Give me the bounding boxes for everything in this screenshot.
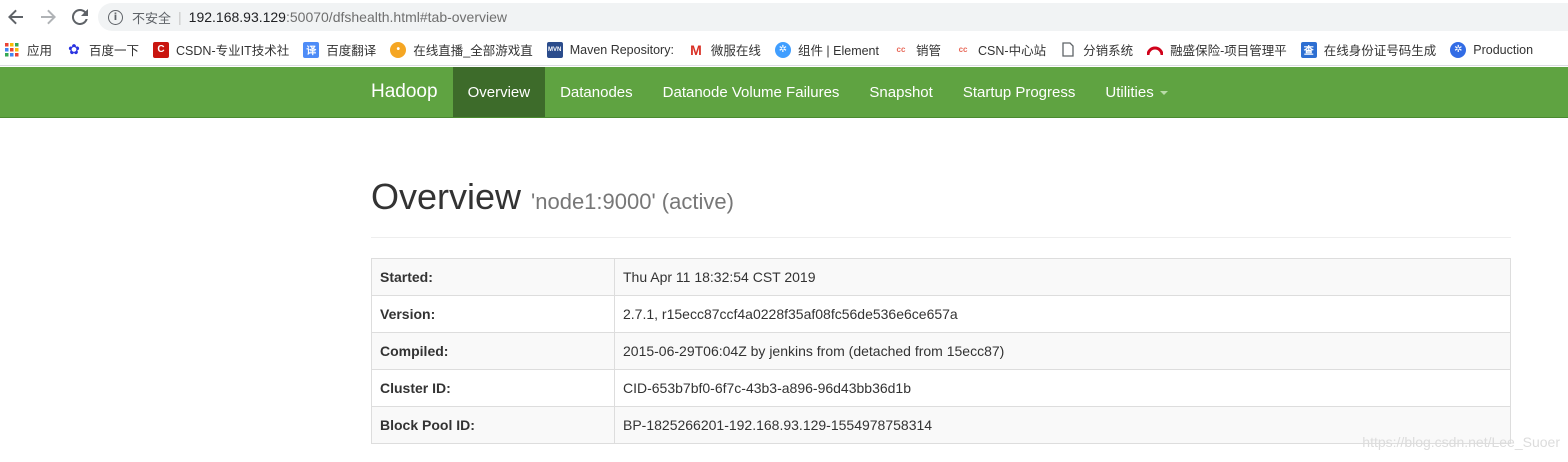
forward-arrow-icon: [41, 9, 56, 25]
bookmark-label: 在线身份证号码生成: [1323, 44, 1437, 58]
back-arrow-icon: [8, 9, 23, 25]
nav-tab-overview[interactable]: Overview: [452, 67, 546, 117]
maven-icon: MVN: [546, 41, 563, 58]
row-value: 2.7.1, r15ecc87ccf4a0228f35af08fc56de536…: [614, 295, 1511, 333]
kubernetes-icon: ✲: [1450, 41, 1467, 58]
row-key: Block Pool ID:: [371, 406, 615, 444]
row-value: CID-653b7bf0-6f7c-43b3-a896-96d43bb36d1b: [614, 369, 1511, 407]
nav-tab-label: Overview: [467, 83, 531, 101]
search-cha-icon: 查: [1300, 41, 1317, 58]
nav-tab-snapshot[interactable]: Snapshot: [854, 67, 947, 117]
baidu-translate-icon: 译: [303, 41, 320, 58]
bookmark-item[interactable]: ✿ 百度一下: [66, 34, 140, 65]
reload-button[interactable]: [64, 0, 96, 34]
back-button[interactable]: [0, 0, 32, 34]
bookmark-item[interactable]: ✲ 组件 | Element: [774, 34, 879, 65]
overview-table: Started: Thu Apr 11 18:32:54 CST 2019 Vers…: [371, 258, 1511, 444]
baidu-paw-icon: ✿: [68, 41, 80, 57]
hadoop-navbar: Hadoop Overview Datanodes Datanode Volume …: [0, 67, 1568, 118]
bookmark-label: 微服在线: [710, 44, 761, 58]
bookmark-label: Maven Repository:: [569, 42, 674, 57]
row-key: Cluster ID:: [371, 369, 615, 407]
bookmark-label: 组件 | Element: [797, 44, 879, 58]
bookmark-item[interactable]: C CSDN-专业IT技术社: [153, 34, 290, 65]
live-stream-icon: •: [390, 41, 407, 58]
browser-toolbar: i 不安全 | 192.168.93.129:50070/dfshealth.h…: [0, 0, 1568, 34]
nav-tab-label: Snapshot: [869, 83, 933, 101]
row-key: Version:: [371, 295, 615, 333]
doc-red-icon: cc: [958, 45, 968, 54]
row-key: Compiled:: [371, 332, 615, 370]
url-separator: |: [178, 9, 182, 25]
bookmark-item[interactable]: • 在线直播_全部游戏直: [390, 34, 533, 65]
bookmark-item[interactable]: 查在线身份证号码生成: [1300, 34, 1437, 65]
bookmark-item[interactable]: 应用: [4, 34, 53, 65]
table-row: Version: 2.7.1, r15ecc87ccf4a0228f35af08f…: [371, 295, 1511, 333]
nav-tab-label: Datanode Volume Failures: [662, 83, 840, 101]
bookmark-item[interactable]: cc CSN-中心站: [955, 34, 1047, 65]
watermark: https://blog.csdn.net/Lee_Suoer: [1362, 434, 1560, 450]
element-icon: ✲: [774, 41, 791, 58]
bookmark-label: 百度翻译: [326, 44, 377, 58]
table-row: Compiled: 2015-06-29T06:04Z by jenkins fr…: [371, 332, 1511, 370]
nav-tab-startup-progress[interactable]: Startup Progress: [948, 67, 1091, 117]
row-value: Thu Apr 11 18:32:54 CST 2019: [614, 258, 1511, 296]
bookmark-item[interactable]: ✲ Production: [1450, 34, 1534, 65]
bookmark-label: 融盛保险-项目管理平: [1170, 44, 1287, 58]
bookmark-item[interactable]: MVN Maven Repository:: [546, 34, 674, 65]
nav-tab-label: Startup Progress: [962, 83, 1076, 101]
nav-tab-label: Datanodes: [560, 83, 633, 101]
hadoop-brand[interactable]: Hadoop: [356, 67, 453, 117]
row-key: Started:: [371, 258, 615, 296]
csdn-icon: C: [153, 41, 170, 58]
namenode-status: 'node1:9000' (active): [531, 189, 734, 214]
url-host: 192.168.93.129: [188, 9, 286, 25]
nav-tab-datanode-volume-failures[interactable]: Datanode Volume Failures: [648, 67, 855, 117]
nav-tab-datanodes[interactable]: Datanodes: [545, 67, 648, 117]
caret-down-icon: [1159, 91, 1168, 95]
bookmark-label: 分销系统: [1083, 44, 1134, 58]
page-header: Overview 'node1:9000' (active): [371, 176, 1511, 238]
bookmark-label: 在线直播_全部游戏直: [413, 44, 533, 58]
url-path: :50070/dfshealth.html#tab-overview: [285, 9, 508, 25]
reload-icon: [72, 9, 88, 25]
nav-tab-utilities[interactable]: Utilities: [1090, 67, 1182, 117]
page-title: Overview 'node1:9000' (active): [371, 176, 1511, 218]
apps-grid-icon: [4, 42, 20, 58]
info-icon[interactable]: i: [108, 9, 123, 25]
bookmark-item[interactable]: M 微服在线: [688, 34, 761, 65]
bookmark-label: 应用: [27, 44, 53, 58]
bookmark-label: Production: [1473, 42, 1534, 57]
bookmark-item[interactable]: 分销系统: [1060, 34, 1134, 65]
table-row: Cluster ID: CID-653b7bf0-6f7c-43b3-a896-9…: [371, 369, 1511, 407]
gmail-m-icon: M: [690, 41, 702, 58]
page-title-text: Overview: [371, 176, 522, 217]
nav-tab-label: Utilities: [1105, 83, 1154, 101]
table-row: Block Pool ID: BP-1825266201-192.168.93.1…: [371, 406, 1511, 444]
doc-red-icon: cc: [896, 45, 906, 54]
page-icon: [1060, 42, 1076, 58]
bookmark-item[interactable]: 融盛保险-项目管理平: [1147, 34, 1287, 65]
bookmark-label: 销管: [916, 44, 942, 58]
bookmarks-bar: 应用 ✿ 百度一下 C CSDN-专业IT技术社译百度翻译 • 在线直播_全部游戏直 MVN M…: [0, 34, 1568, 66]
arc-icon: [1147, 42, 1164, 58]
address-bar[interactable]: i 不安全 | 192.168.93.129:50070/dfshealth.h…: [98, 3, 1568, 31]
bookmark-item[interactable]: cc 销管: [893, 34, 942, 65]
bookmark-item[interactable]: 译百度翻译: [303, 34, 377, 65]
row-value: 2015-06-29T06:04Z by jenkins from (detac…: [614, 332, 1511, 370]
table-row: Started: Thu Apr 11 18:32:54 CST 2019: [371, 258, 1511, 296]
security-label: 不安全: [132, 10, 172, 26]
bookmark-label: CSN-中心站: [978, 44, 1047, 58]
bookmark-label: 百度一下: [89, 44, 140, 58]
bookmark-label: CSDN-专业IT技术社: [176, 44, 290, 58]
forward-button[interactable]: [32, 0, 64, 34]
